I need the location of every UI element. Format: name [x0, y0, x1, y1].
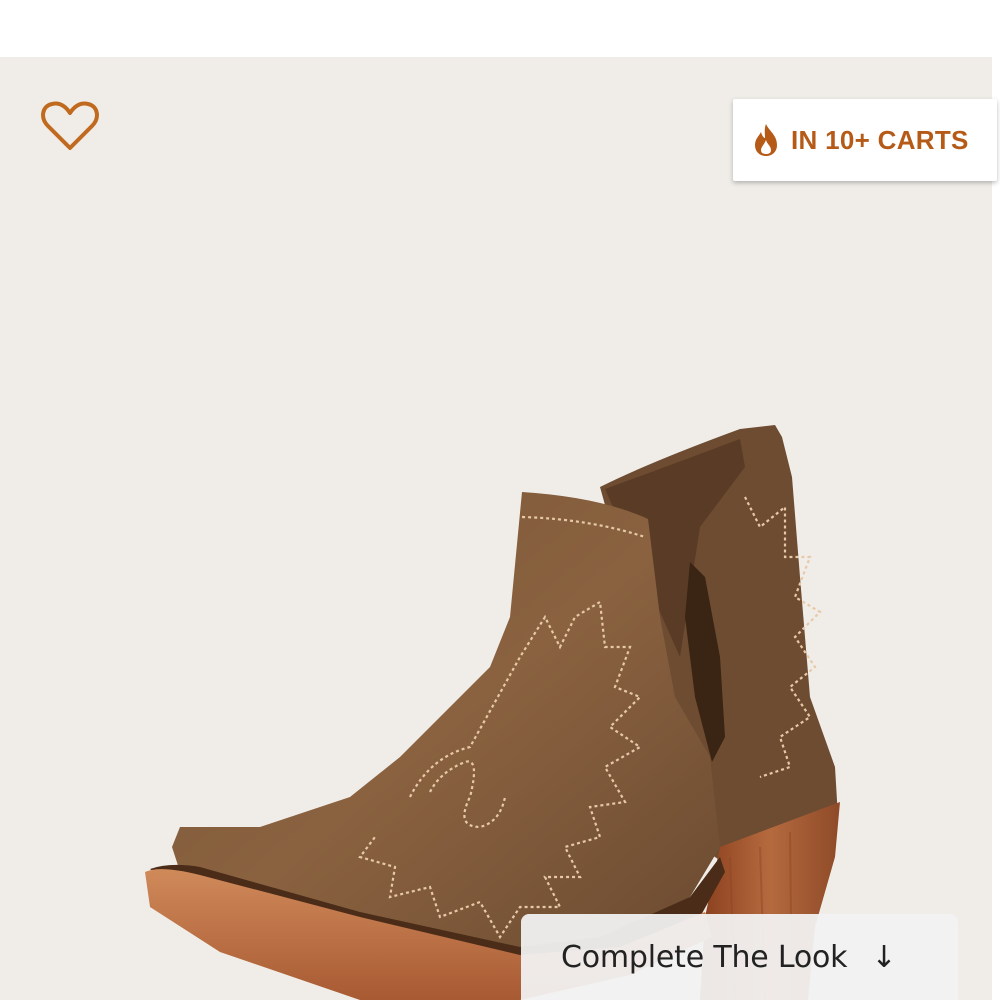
favorite-button[interactable] [38, 97, 102, 155]
top-bar [0, 0, 1000, 57]
in-carts-badge: IN 10+ CARTS [733, 99, 997, 181]
product-image [145, 425, 840, 1000]
product-image-area: IN 10+ CARTS Complete The Look ↓ [0, 57, 1000, 1000]
complete-the-look-label: Complete The Look [561, 939, 848, 975]
in-carts-text: IN 10+ CARTS [791, 124, 969, 155]
arrow-down-icon: ↓ [871, 939, 897, 975]
image-right-edge [992, 57, 1000, 1000]
flame-icon [753, 123, 779, 157]
complete-the-look-button[interactable]: Complete The Look ↓ [521, 914, 958, 1000]
heart-outline-icon [41, 101, 99, 150]
